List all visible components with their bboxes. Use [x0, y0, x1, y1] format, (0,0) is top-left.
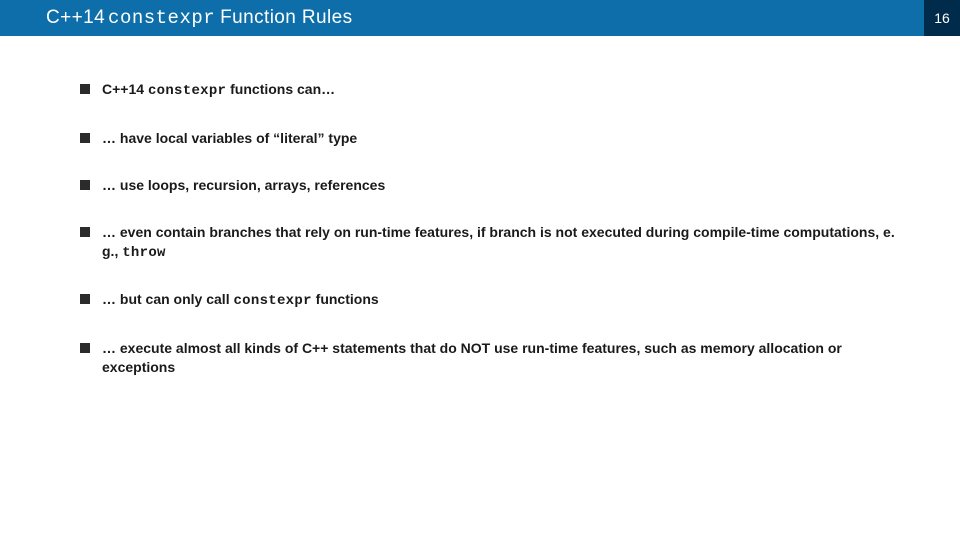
- bullet-item: … but can only call constexpr functions: [80, 290, 914, 311]
- code-span: constexpr: [233, 293, 311, 309]
- text-span: functions can…: [226, 81, 335, 97]
- page-number: 16: [924, 0, 960, 36]
- code-span: constexpr: [148, 83, 226, 99]
- bullet-item: … use loops, recursion, arrays, referenc…: [80, 176, 914, 195]
- title-code: constexpr: [108, 7, 215, 29]
- bullet-item: … have local variables of “literal” type: [80, 129, 914, 148]
- title-suffix: Function Rules: [220, 7, 352, 29]
- bullet-item: … execute almost all kinds of C++ statem…: [80, 339, 914, 377]
- bullet-item: … even contain branches that rely on run…: [80, 223, 914, 263]
- text-span: C++14: [102, 81, 148, 97]
- slide-content: C++14 constexpr functions can… … have loc…: [0, 36, 960, 377]
- text-span: … but can only call: [102, 291, 233, 307]
- text-span: … even contain branches that rely on run…: [102, 224, 895, 259]
- bullet-list: C++14 constexpr functions can… … have loc…: [80, 80, 914, 377]
- text-span: functions: [312, 291, 379, 307]
- bullet-item: C++14 constexpr functions can…: [80, 80, 914, 101]
- code-span: throw: [122, 245, 166, 261]
- title-prefix: C++14: [46, 7, 105, 29]
- slide-title: C++14 constexpr Function Rules: [0, 0, 924, 36]
- slide-header: C++14 constexpr Function Rules 16: [0, 0, 960, 36]
